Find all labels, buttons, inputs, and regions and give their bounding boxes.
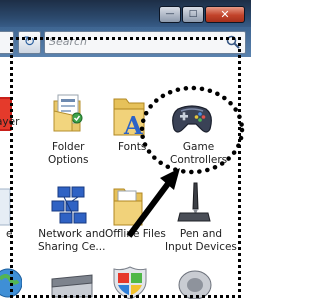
item-label-line1: Pen and xyxy=(179,228,223,240)
folder-options-icon[interactable] xyxy=(52,93,86,133)
item-label-line2: Input Devices xyxy=(165,241,237,253)
item-label: e xyxy=(6,228,13,240)
scanner-icon[interactable] xyxy=(50,267,94,299)
item-label: Fonts xyxy=(118,141,147,153)
gamepad-icon[interactable] xyxy=(170,101,214,137)
item-label-line1: Network and xyxy=(38,228,106,240)
item-label: Offline Files xyxy=(105,228,166,240)
minimize-button[interactable]: — xyxy=(159,6,181,23)
item-label-line1: Folder xyxy=(52,141,85,153)
fonts-folder-icon[interactable]: A xyxy=(112,95,148,137)
item-label-line2: Sharing Ce... xyxy=(38,241,106,253)
control-panel-icon-view: ayer Folder Options A Fonts Game Control… xyxy=(0,57,251,299)
item-label-line2: Controllers xyxy=(170,154,228,166)
item-label: Folder Options xyxy=(48,141,89,167)
item-label: Network and Sharing Ce... xyxy=(38,228,105,254)
window-titlebar: — □ ✕ xyxy=(0,0,251,30)
address-bar[interactable] xyxy=(0,31,14,54)
shield-icon[interactable] xyxy=(112,265,148,299)
window-controls: — □ ✕ xyxy=(158,6,245,23)
refresh-button[interactable]: ↻ xyxy=(18,31,41,54)
svg-text:A: A xyxy=(123,111,143,137)
network-icon[interactable] xyxy=(50,185,90,225)
speaker-icon[interactable] xyxy=(176,263,214,299)
offline-files-icon[interactable] xyxy=(112,185,146,227)
item-label: Game Controllers xyxy=(170,141,227,167)
item-label-line1: Game xyxy=(182,141,215,153)
search-placeholder: Search xyxy=(49,35,88,48)
close-button[interactable]: ✕ xyxy=(205,6,245,23)
item-label: ayer xyxy=(0,116,20,128)
search-icon[interactable] xyxy=(226,35,240,49)
partial-icon[interactable] xyxy=(0,187,16,227)
navigation-bar: ↻ Search xyxy=(0,27,251,57)
pen-tablet-icon[interactable] xyxy=(176,181,212,223)
item-label: Pen and Input Devices xyxy=(165,228,237,254)
maximize-button[interactable]: □ xyxy=(182,6,204,23)
item-label-line2: Options xyxy=(48,154,89,166)
globe-icon[interactable] xyxy=(0,263,22,299)
search-input[interactable]: Search xyxy=(44,31,246,54)
